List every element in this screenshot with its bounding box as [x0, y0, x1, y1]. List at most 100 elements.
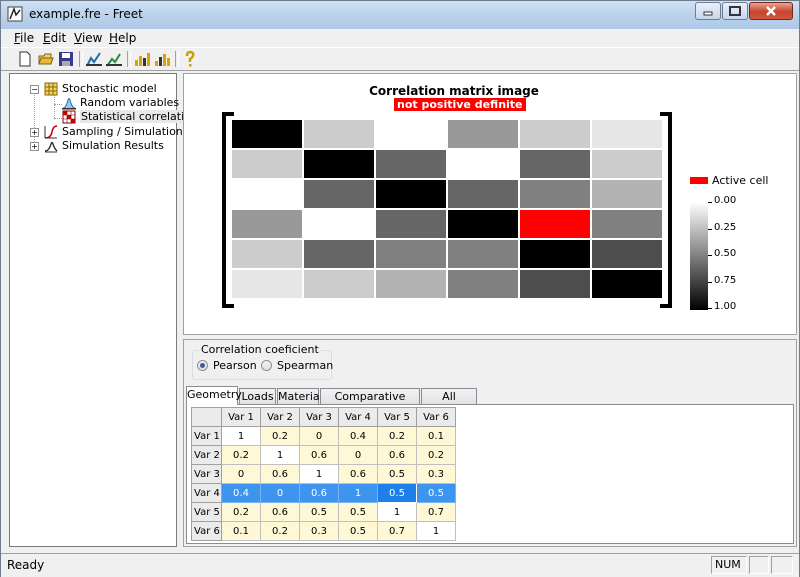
heatmap-cell[interactable]: [520, 150, 590, 178]
tree-item-sampling-simulation[interactable]: + Sampling / Simulation: [30, 125, 183, 139]
expand-icon[interactable]: +: [30, 142, 39, 151]
row-header[interactable]: Var 4: [191, 483, 222, 503]
menu-edit[interactable]: Edit: [43, 31, 66, 45]
heatmap-cell[interactable]: [232, 210, 302, 238]
heatmap-cell[interactable]: [232, 180, 302, 208]
grid-cell[interactable]: 1: [221, 426, 261, 446]
row-header[interactable]: Var 1: [191, 426, 222, 446]
heatmap-cell[interactable]: [376, 150, 446, 178]
open-folder-icon[interactable]: [37, 50, 55, 68]
heatmap-cell[interactable]: [304, 270, 374, 298]
table-row[interactable]: Var 2 0.2 1 0.6 0 0.6 0.2: [191, 445, 456, 465]
grid-cell[interactable]: 0.2: [260, 426, 300, 446]
bar-chart-icon[interactable]: [133, 50, 151, 68]
radio-pearson-label[interactable]: Pearson: [213, 359, 257, 372]
heatmap-cell[interactable]: [520, 270, 590, 298]
heatmap-cell[interactable]: [592, 180, 662, 208]
heatmap-cell[interactable]: [520, 120, 590, 148]
minimize-button[interactable]: [695, 2, 721, 20]
bar-chart-alt-icon[interactable]: [153, 50, 171, 68]
heatmap-cell[interactable]: [448, 150, 518, 178]
heatmap-cell[interactable]: [592, 210, 662, 238]
tree-item-statistical-correlation[interactable]: Statistical correlation: [62, 110, 199, 124]
grid-cell[interactable]: 0.4: [338, 426, 378, 446]
grid-cell[interactable]: 0.6: [260, 502, 300, 522]
radio-spearman[interactable]: [261, 360, 272, 371]
grid-cell[interactable]: 0.4: [221, 483, 261, 503]
grid-cell[interactable]: 0.5: [416, 483, 456, 503]
grid-cell[interactable]: 0.7: [377, 521, 417, 541]
grid-cell[interactable]: 0.1: [221, 521, 261, 541]
heatmap-cell[interactable]: [304, 180, 374, 208]
heatmap-cell[interactable]: [376, 240, 446, 268]
grid-cell[interactable]: 1: [299, 464, 339, 484]
tab-loads[interactable]: Loads: [239, 388, 276, 404]
grid-cell[interactable]: 0.1: [416, 426, 456, 446]
grid-cell[interactable]: 0.6: [299, 483, 339, 503]
grid-cell[interactable]: 1: [377, 502, 417, 522]
radio-spearman-label[interactable]: Spearman: [277, 359, 333, 372]
heatmap-cell[interactable]: [304, 210, 374, 238]
grid-cell[interactable]: 0.6: [338, 464, 378, 484]
tab-all-variables[interactable]: All variables: [421, 388, 477, 418]
heatmap-cell[interactable]: [376, 120, 446, 148]
row-header[interactable]: Var 6: [191, 521, 222, 541]
heatmap-cell[interactable]: [592, 240, 662, 268]
new-file-icon[interactable]: [16, 50, 34, 68]
grid-cell[interactable]: 0.6: [299, 445, 339, 465]
grid-cell[interactable]: 0.5: [338, 521, 378, 541]
grid-cell[interactable]: 0: [338, 445, 378, 465]
heatmap-cell[interactable]: [592, 270, 662, 298]
heatmap-cell[interactable]: [304, 120, 374, 148]
column-header[interactable]: Var 5: [377, 407, 417, 427]
heatmap-cell[interactable]: [304, 240, 374, 268]
heatmap-cell[interactable]: [448, 270, 518, 298]
grid-cell[interactable]: 0.2: [416, 445, 456, 465]
heatmap-cell[interactable]: [448, 120, 518, 148]
column-header[interactable]: Var 4: [338, 407, 378, 427]
tab-material[interactable]: Material: [277, 388, 323, 404]
heatmap-cell[interactable]: [448, 210, 518, 238]
column-header[interactable]: Var 3: [299, 407, 339, 427]
heatmap-cell[interactable]: [520, 180, 590, 208]
tree-item-random-variables[interactable]: Random variables: [62, 96, 179, 110]
grid-cell[interactable]: 0: [299, 426, 339, 446]
tree-item-stochastic-model[interactable]: − Stochastic model: [30, 82, 170, 96]
heatmap-cell[interactable]: [376, 180, 446, 208]
tab-geometry[interactable]: Geometry: [186, 386, 242, 405]
table-row[interactable]: Var 5 0.2 0.6 0.5 0.5 1 0.7: [191, 502, 456, 522]
table-row[interactable]: Var 6 0.1 0.2 0.3 0.5 0.7 1: [191, 521, 456, 541]
table-row[interactable]: Var 4 0.4 0 0.6 1 0.5 0.5: [191, 483, 456, 503]
table-row[interactable]: Var 3 0 0.6 1 0.6 0.5 0.3: [191, 464, 456, 484]
grid-cell[interactable]: 0.3: [416, 464, 456, 484]
radio-pearson[interactable]: [197, 360, 208, 371]
heatmap-cell[interactable]: [520, 210, 590, 238]
collapse-icon[interactable]: −: [30, 85, 39, 94]
row-header[interactable]: Var 5: [191, 502, 222, 522]
menu-file[interactable]: File: [14, 31, 34, 45]
title-bar[interactable]: example.fre - Freet: [1, 1, 799, 29]
heatmap-cell[interactable]: [448, 180, 518, 208]
menu-view[interactable]: View: [74, 31, 102, 45]
heatmap-cell[interactable]: [448, 240, 518, 268]
grid-cell[interactable]: 0.5: [377, 483, 417, 503]
row-header[interactable]: Var 2: [191, 445, 222, 465]
grid-cell[interactable]: 0.6: [377, 445, 417, 465]
grid-cell[interactable]: 0.6: [260, 464, 300, 484]
heatmap-cell[interactable]: [376, 210, 446, 238]
table-row[interactable]: Var 1 1 0.2 0 0.4 0.2 0.1: [191, 426, 456, 446]
menu-help[interactable]: Help: [109, 31, 136, 45]
grid-cell[interactable]: 0.5: [377, 464, 417, 484]
expand-icon[interactable]: +: [30, 128, 39, 137]
grid-cell[interactable]: 0.5: [299, 502, 339, 522]
tree-item-simulation-results[interactable]: + Simulation Results: [30, 139, 170, 153]
heatmap-cell[interactable]: [232, 150, 302, 178]
grid-cell[interactable]: 1: [260, 445, 300, 465]
grid-cell[interactable]: 0.2: [221, 502, 261, 522]
heatmap-cell[interactable]: [232, 270, 302, 298]
grid-cell[interactable]: 0: [221, 464, 261, 484]
column-header[interactable]: Var 2: [260, 407, 300, 427]
maximize-button[interactable]: [722, 2, 748, 20]
run-step-icon[interactable]: [105, 50, 123, 68]
grid-cell[interactable]: 0.2: [377, 426, 417, 446]
